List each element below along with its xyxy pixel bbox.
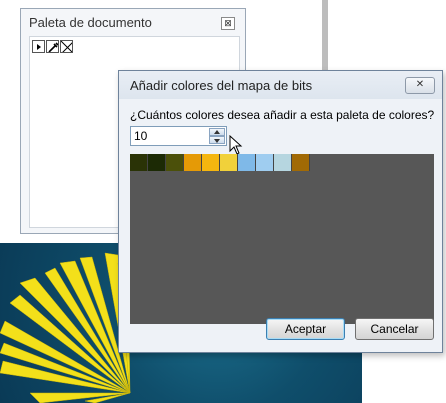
color-swatch[interactable]	[130, 154, 148, 171]
color-count-input[interactable]	[134, 129, 204, 143]
palette-toolbar	[32, 40, 73, 53]
color-count-spinner	[130, 126, 227, 146]
swatch-row	[130, 154, 310, 171]
no-color-icon[interactable]	[60, 40, 73, 53]
dialog-close-button[interactable]: ✕	[405, 77, 435, 94]
dialog-title: Añadir colores del mapa de bits	[130, 78, 313, 93]
accept-button[interactable]: Aceptar	[266, 318, 345, 340]
color-swatch[interactable]	[238, 154, 256, 171]
swatch-preview-area	[130, 154, 434, 324]
add-bitmap-colors-dialog: Añadir colores del mapa de bits ✕ ¿Cuánt…	[118, 70, 443, 353]
color-swatch[interactable]	[148, 154, 166, 171]
cancel-button[interactable]: Cancelar	[355, 318, 434, 340]
color-swatch[interactable]	[274, 154, 292, 171]
color-count-question: ¿Cuántos colores desea añadir a esta pal…	[130, 108, 435, 122]
palette-title: Paleta de documento	[29, 15, 152, 30]
color-swatch[interactable]	[166, 154, 184, 171]
color-swatch[interactable]	[202, 154, 220, 171]
palette-close-button[interactable]: ⊠	[221, 17, 235, 30]
spin-up-button[interactable]	[209, 128, 225, 136]
eyedropper-icon[interactable]	[46, 40, 59, 53]
color-swatch[interactable]	[292, 154, 310, 171]
play-icon[interactable]	[32, 40, 45, 53]
mouse-cursor-icon	[229, 135, 243, 155]
spin-down-button[interactable]	[209, 136, 225, 144]
color-swatch[interactable]	[184, 154, 202, 171]
color-swatch[interactable]	[256, 154, 274, 171]
dialog-titlebar[interactable]: Añadir colores del mapa de bits ✕	[119, 71, 442, 99]
color-swatch[interactable]	[220, 154, 238, 171]
spinner-arrows	[209, 128, 225, 144]
background-divider	[322, 0, 328, 70]
